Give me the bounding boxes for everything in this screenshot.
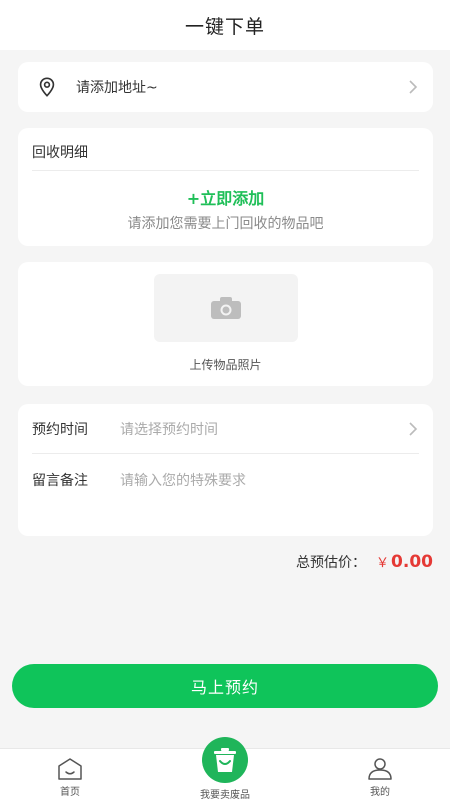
tab-home[interactable]: 首页 [15, 749, 125, 800]
chevron-right-icon [409, 421, 418, 436]
photo-upload-button[interactable] [154, 274, 298, 342]
divider [32, 170, 419, 171]
add-item-hint: 请添加您需要上门回收的物品吧 [127, 216, 324, 232]
chevron-right-icon [409, 80, 418, 94]
home-icon [58, 758, 82, 780]
address-row[interactable]: 请添加地址~ [18, 62, 433, 112]
photo-upload-card: 上传物品照片 [18, 262, 433, 386]
tab-sell-waste-label: 我要卖废品 [200, 790, 250, 800]
estimated-total-label: 总预估价： [296, 555, 367, 571]
address-text: 请添加地址~ [76, 80, 158, 96]
note-row: 留言备注 请输入您的特殊要求 [32, 470, 419, 490]
bottom-tab-bar: 首页 我要卖废品 我的 [0, 737, 450, 800]
sell-waste-button [202, 737, 248, 783]
appointment-time-label: 预约时间 [32, 421, 88, 438]
note-label: 留言备注 [32, 473, 88, 489]
photo-upload-caption: 上传物品照片 [189, 358, 262, 372]
estimated-total: 总预估价： ￥ 0.00 [296, 552, 433, 572]
book-now-button[interactable]: 马上预约 [12, 664, 438, 708]
tab-home-label: 首页 [60, 787, 80, 798]
add-item-button[interactable]: +立即添加 [18, 185, 433, 209]
location-pin-icon [39, 77, 55, 97]
note-input[interactable]: 请输入您的特殊要求 [120, 470, 419, 490]
recycle-detail-card: 回收明细 +立即添加 请添加您需要上门回收的物品吧 [18, 128, 433, 246]
estimated-total-amount: 0.00 [391, 552, 433, 572]
camera-icon [211, 297, 241, 319]
currency-symbol: ￥ [376, 556, 390, 571]
tab-mine[interactable]: 我的 [325, 749, 435, 800]
recycle-detail-heading: 回收明细 [32, 145, 88, 161]
recycle-bin-icon [214, 748, 236, 772]
page-title: 一键下单 [184, 15, 265, 38]
appointment-time-placeholder: 请选择预约时间 [120, 421, 218, 438]
top-bar: 一键下单 [0, 0, 450, 50]
tab-sell-waste[interactable]: 我要卖废品 [170, 737, 280, 800]
booking-form-card: 预约时间 请选择预约时间 留言备注 请输入您的特殊要求 [18, 404, 433, 536]
user-icon [368, 758, 392, 780]
appointment-time-row[interactable]: 预约时间 请选择预约时间 [32, 404, 419, 454]
tab-mine-label: 我的 [370, 787, 390, 798]
